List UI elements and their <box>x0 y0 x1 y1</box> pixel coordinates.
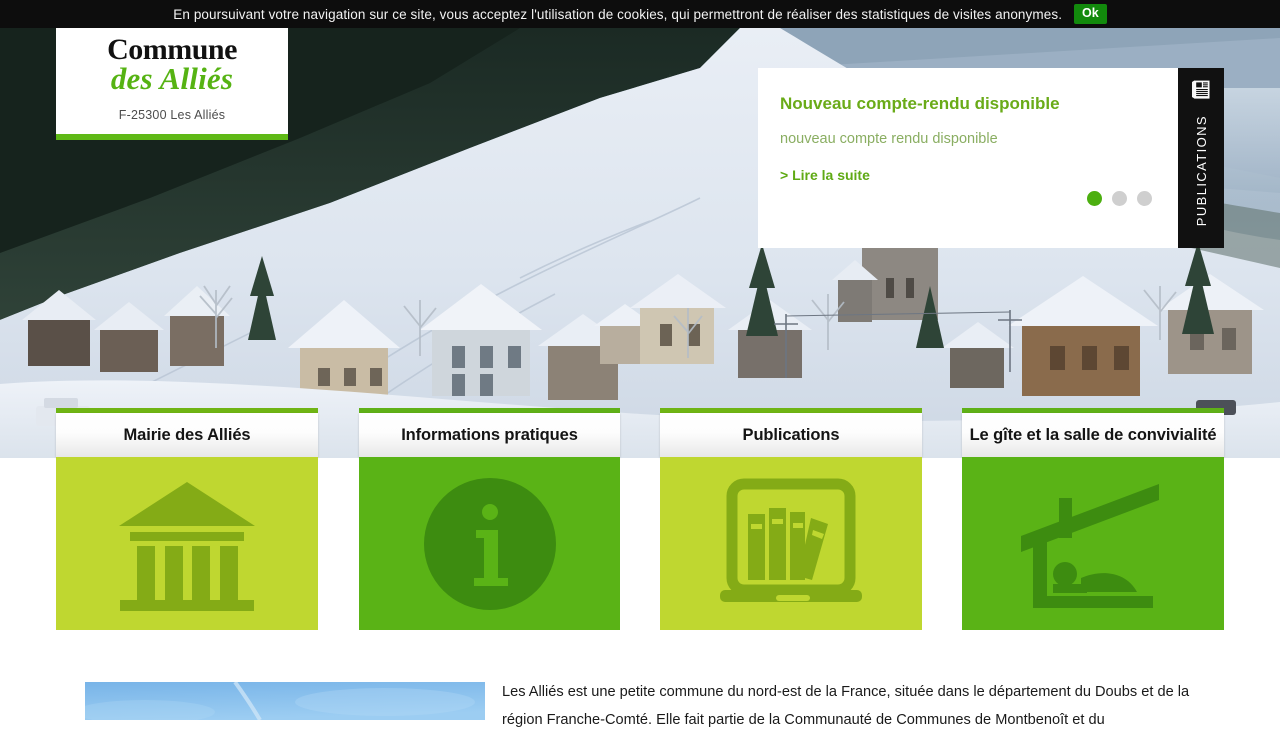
news-slider-panel: Nouveau compte-rendu disponible nouveau … <box>758 68 1178 248</box>
card-title: Publications <box>742 425 840 444</box>
cookie-message: En poursuivant votre navigation sur ce s… <box>173 6 1063 22</box>
card-title: Le gîte et la salle de convivialité <box>969 425 1217 444</box>
news-summary: nouveau compte rendu disponible <box>780 131 998 148</box>
card-publications[interactable]: Publications <box>660 408 922 630</box>
logo-postal-code: F-25300 Les Alliés <box>118 108 226 123</box>
quicklink-cards: Mairie des Alliés Informations pratiques <box>0 408 1280 630</box>
intro-section: Les Alliés est une petite commune du nor… <box>0 630 1280 728</box>
card-informations-pratiques[interactable]: Informations pratiques <box>359 408 620 630</box>
slider-dot-3[interactable] <box>1137 191 1152 206</box>
card-header: Mairie des Alliés <box>56 413 318 457</box>
intro-image <box>85 682 485 720</box>
card-title: Mairie des Alliés <box>123 425 251 444</box>
newspaper-icon <box>1189 78 1213 107</box>
bookshelf-icon <box>720 478 862 602</box>
card-body <box>660 457 922 630</box>
card-body <box>962 457 1224 630</box>
cookie-accept-button[interactable]: Ok <box>1074 4 1107 24</box>
card-gite[interactable]: Le gîte et la salle de convivialité <box>962 408 1224 630</box>
info-circle-icon <box>423 477 556 610</box>
slider-dot-1[interactable] <box>1087 191 1102 206</box>
news-title: Nouveau compte-rendu disponible <box>780 94 1060 113</box>
town-hall-icon <box>119 481 255 611</box>
card-mairie[interactable]: Mairie des Alliés <box>56 408 318 630</box>
cookie-consent-bar: En poursuivant votre navigation sur ce s… <box>0 0 1280 28</box>
card-body <box>359 457 620 630</box>
card-header: Publications <box>660 413 922 457</box>
intro-paragraph: Les Alliés est une petite commune du nor… <box>502 684 1190 728</box>
publications-tab-label: PUBLICATIONS <box>1193 115 1209 227</box>
logo-line-allies: des Alliés <box>110 60 234 96</box>
publications-tab[interactable]: PUBLICATIONS <box>1178 68 1224 248</box>
site-logo[interactable]: Commune des Alliés F-25300 Les Alliés <box>56 28 288 140</box>
news-read-more-link[interactable]: > Lire la suite <box>780 167 870 183</box>
news-slider-dots <box>1087 191 1152 206</box>
lodging-icon <box>1021 483 1159 608</box>
slider-dot-2[interactable] <box>1112 191 1127 206</box>
card-header: Le gîte et la salle de convivialité <box>962 413 1224 457</box>
card-header: Informations pratiques <box>359 413 620 457</box>
card-body <box>56 457 318 630</box>
card-title: Informations pratiques <box>401 425 578 444</box>
